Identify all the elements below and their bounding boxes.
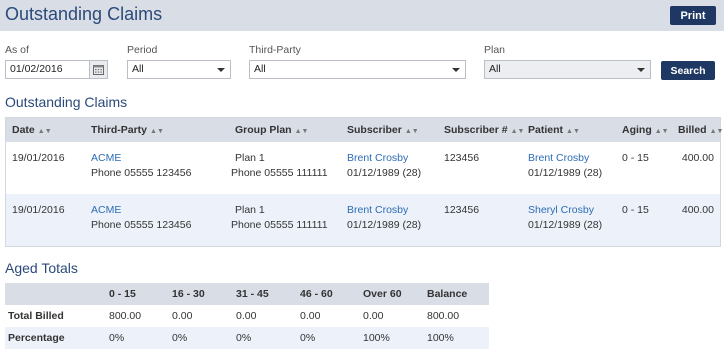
group-plan-phone: Phone 05555 111111: [231, 167, 328, 179]
plan-label: Plan: [484, 44, 506, 56]
calendar-icon[interactable]: [89, 60, 108, 79]
chevron-down-icon: [452, 68, 460, 72]
column-header-group-plan[interactable]: Group Plan ▲▼: [235, 124, 308, 136]
aged-totals-title: Aged Totals: [5, 260, 78, 276]
claim-date: 19/01/2016: [12, 152, 65, 164]
sort-icon: ▲▼: [37, 128, 52, 135]
column-header-subscriber[interactable]: Subscriber ▲▼: [347, 124, 419, 136]
aged-column-46-60: 46 - 60: [300, 288, 333, 300]
chevron-down-icon: [637, 68, 645, 72]
third-party-link[interactable]: ACME: [91, 203, 121, 218]
aged-column-16-30: 16 - 30: [172, 288, 205, 300]
as-of-label: As of: [5, 44, 29, 56]
aged-cell: 0.00: [172, 310, 193, 322]
aged-column-balance: Balance: [427, 288, 468, 300]
aged-cell: 0%: [172, 332, 188, 344]
subscriber-number: 123456: [444, 152, 480, 164]
sort-icon: ▲▼: [566, 128, 580, 135]
claims-section-title: Outstanding Claims: [5, 94, 128, 110]
column-header-billed[interactable]: Billed ▲▼: [678, 124, 723, 136]
plan-select-value: All: [489, 63, 501, 75]
subscriber-link[interactable]: Brent Crosby: [347, 151, 408, 166]
group-plan-name: Plan 1: [235, 152, 265, 164]
third-party-select[interactable]: All: [249, 60, 466, 79]
aged-totals-header: 0 - 15 16 - 30 31 - 45 46 - 60 Over 60 B…: [5, 283, 489, 305]
subscriber-dob: 01/12/1989 (28): [347, 219, 422, 231]
subscriber-number: 123456: [444, 204, 480, 216]
third-party-phone: Phone 05555 123456: [91, 219, 192, 231]
column-header-third-party[interactable]: Third-Party ▲▼: [91, 124, 164, 136]
sort-icon: ▲▼: [654, 128, 669, 135]
table-row: Percentage 0% 0% 0% 0% 100% 100%: [5, 327, 489, 349]
patient-link[interactable]: Sheryl Crosby: [528, 203, 594, 218]
column-header-aging[interactable]: Aging ▲▼: [622, 124, 669, 136]
aged-cell: 0.00: [363, 310, 384, 322]
aged-cell: 0%: [236, 332, 252, 344]
claims-table: Date ▲▼ Third-Party ▲▼ Group Plan ▲▼ Subscr…: [5, 117, 723, 247]
plan-select[interactable]: All: [484, 60, 651, 79]
patient-link[interactable]: Brent Crosby: [528, 151, 589, 166]
column-header-subscriber-number[interactable]: Subscriber # ▲▼: [444, 124, 524, 136]
aged-totals-table: 0 - 15 16 - 30 31 - 45 46 - 60 Over 60 B…: [5, 283, 489, 349]
third-party-phone: Phone 05555 123456: [91, 167, 192, 179]
aged-row-label: Total Billed: [8, 310, 64, 322]
as-of-date-input[interactable]: 01/02/2016: [5, 60, 90, 79]
aging-value: 0 - 15: [622, 204, 649, 216]
column-header-date[interactable]: Date ▲▼: [12, 124, 52, 136]
aged-column-over-60: Over 60: [363, 288, 402, 300]
patient-dob: 01/12/1989 (28): [528, 219, 603, 231]
claims-table-header: Date ▲▼ Third-Party ▲▼ Group Plan ▲▼ Subscr…: [6, 118, 723, 142]
table-row[interactable]: 19/01/2016 ACME Phone 05555 123456 Plan …: [6, 194, 720, 246]
print-button[interactable]: Print: [670, 6, 716, 25]
sort-icon: ▲▼: [510, 128, 525, 135]
aging-value: 0 - 15: [622, 152, 649, 164]
group-plan-name: Plan 1: [235, 204, 265, 216]
group-plan-phone: Phone 05555 111111: [231, 219, 328, 231]
sort-icon: ▲▼: [150, 128, 164, 135]
table-row: Total Billed 800.00 0.00 0.00 0.00 0.00 …: [5, 305, 489, 327]
search-button[interactable]: Search: [661, 61, 715, 80]
aged-cell: 100%: [363, 332, 390, 344]
table-row[interactable]: 19/01/2016 ACME Phone 05555 123456 Plan …: [6, 142, 720, 194]
aged-cell: 100%: [427, 332, 454, 344]
aged-column-0-15: 0 - 15: [109, 288, 136, 300]
period-select-value: All: [132, 63, 144, 75]
aged-cell: 0%: [300, 332, 316, 344]
aged-cell: 800.00: [427, 310, 460, 322]
subscriber-link[interactable]: Brent Crosby: [347, 203, 408, 218]
claim-date: 19/01/2016: [12, 204, 65, 216]
billed-value: 400.00: [681, 152, 714, 164]
aged-cell: 0%: [109, 332, 125, 344]
aged-cell: 800.00: [109, 310, 142, 322]
period-label: Period: [127, 44, 158, 56]
billed-value: 400.00: [681, 204, 714, 216]
period-select[interactable]: All: [127, 60, 231, 79]
title-bar: Outstanding Claims Print: [0, 0, 724, 31]
aged-column-31-45: 31 - 45: [236, 288, 269, 300]
aged-cell: 0.00: [300, 310, 321, 322]
third-party-link[interactable]: ACME: [91, 151, 121, 166]
sort-icon: ▲▼: [294, 128, 309, 135]
chevron-down-icon: [217, 68, 225, 72]
subscriber-dob: 01/12/1989 (28): [347, 167, 422, 179]
third-party-select-value: All: [254, 63, 266, 75]
patient-dob: 01/12/1989 (28): [528, 167, 603, 179]
aged-row-label: Percentage: [8, 332, 65, 344]
sort-icon: ▲▼: [404, 128, 419, 135]
page-title: Outstanding Claims: [5, 4, 163, 24]
column-header-patient[interactable]: Patient ▲▼: [528, 124, 580, 136]
aged-cell: 0.00: [236, 310, 257, 322]
sort-icon: ▲▼: [709, 128, 724, 135]
third-party-label: Third-Party: [249, 44, 301, 56]
